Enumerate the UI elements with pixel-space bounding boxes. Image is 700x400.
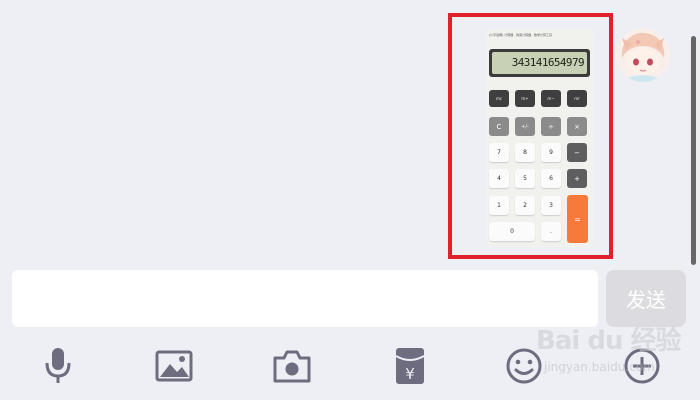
key-mr: mr <box>567 90 587 107</box>
camera-icon[interactable] <box>272 346 312 386</box>
key-clear: C <box>489 117 509 136</box>
red-packet-icon[interactable]: ¥ <box>390 346 430 386</box>
message-image-calculator[interactable]: [小字说明] 计算器 · 简易计算器 · 数学计算工具 343141654979… <box>486 29 594 247</box>
key-m-minus: m− <box>541 90 561 107</box>
key-dot: . <box>541 222 561 241</box>
scrollbar[interactable] <box>691 36 696 265</box>
key-9: 9 <box>541 143 561 162</box>
chat-area: [小字说明] 计算器 · 简易计算器 · 数学计算工具 343141654979… <box>0 0 700 265</box>
key-mc: mc <box>489 90 509 107</box>
key-2: 2 <box>515 196 535 215</box>
key-5: 5 <box>515 169 535 188</box>
key-8: 8 <box>515 143 535 162</box>
key-7: 7 <box>489 143 509 162</box>
key-m-plus: m+ <box>515 90 535 107</box>
key-multiply: × <box>567 117 587 136</box>
calculator-lcd: 343141654979 <box>492 52 587 74</box>
send-button[interactable]: 发送 <box>606 270 686 327</box>
calculator-display: 343141654979 <box>489 49 590 77</box>
key-1: 1 <box>489 196 509 215</box>
avatar-illustration <box>616 28 670 82</box>
avatar[interactable] <box>616 28 670 82</box>
calculator-header-text: [小字说明] 计算器 · 简易计算器 · 数学计算工具 <box>489 33 553 37</box>
message-input[interactable] <box>12 270 598 327</box>
key-equals: = <box>567 195 588 243</box>
plus-icon[interactable] <box>622 346 662 386</box>
key-0: 0 <box>489 222 535 241</box>
key-minus: − <box>567 143 587 162</box>
key-divide: ÷ <box>541 117 561 136</box>
key-sign: +/- <box>515 117 535 136</box>
microphone-icon[interactable] <box>38 346 78 386</box>
baidu-jingyan-watermark: Bai du 经验 jingyan.baidu.com <box>536 320 696 400</box>
emoji-icon[interactable] <box>504 346 544 386</box>
key-3: 3 <box>541 196 561 215</box>
key-4: 4 <box>489 169 509 188</box>
image-icon[interactable] <box>154 346 194 386</box>
key-plus: + <box>567 169 587 188</box>
key-6: 6 <box>541 169 561 188</box>
svg-text:¥: ¥ <box>405 365 415 383</box>
